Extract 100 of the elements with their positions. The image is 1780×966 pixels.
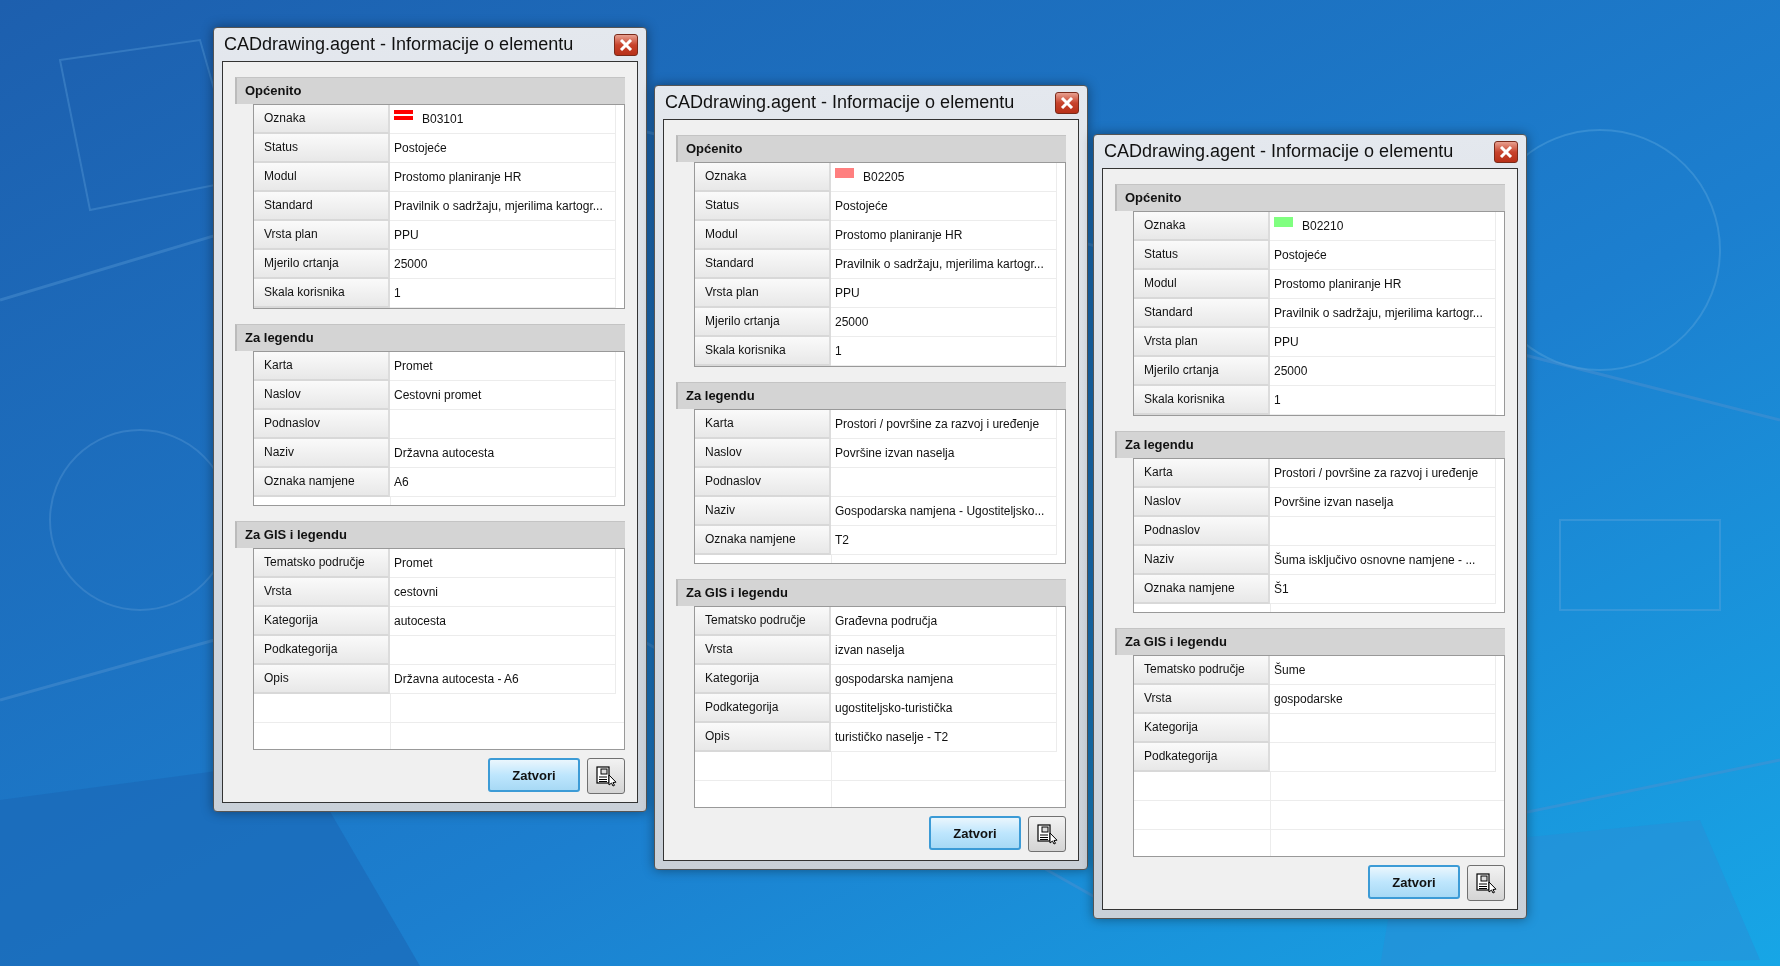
export-button[interactable] [1467,865,1505,901]
close-button[interactable] [1494,140,1518,163]
section-header: Općenito [676,135,1066,162]
property-label: Podkategorija [1134,743,1270,772]
property-value: Prostori / površine za razvoj i uređenje [1274,466,1479,480]
property-value: gospodarske [1274,692,1343,706]
close-icon [1060,96,1074,109]
property-label: Modul [254,163,390,192]
window-title: CADdrawing.agent - Informacije o elementu [223,34,574,55]
close-button[interactable] [614,33,638,56]
property-value: Državna autocesta - A6 [394,672,519,686]
property-label: Tematsko područje [695,607,831,636]
close-button[interactable]: Zatvori [488,758,580,792]
property-label: Vrsta plan [695,279,831,308]
property-label: Karta [254,352,390,381]
property-value: Šume [1274,663,1306,677]
property-value: PPU [394,228,419,242]
property-label: Skala korisnika [254,279,390,308]
property-value: Državna autocesta [394,446,495,460]
property-value: Prostori / površine za razvoj i uređenje [835,417,1040,431]
property-value: Gospodarska namjena - Ugostiteljsko... [835,504,1045,518]
property-value: Građevna područja [835,614,938,628]
window-title: CADdrawing.agent - Informacije o elementu [1103,141,1454,162]
property-label: Vrsta plan [254,221,390,250]
close-button[interactable]: Zatvori [1368,865,1460,899]
property-value: Šuma isključivo osnovne namjene - ... [1274,553,1476,567]
property-value: izvan naselja [835,643,905,657]
property-value: 1 [394,286,401,300]
property-label: Oznaka namjene [1134,575,1270,604]
property-label: Vrsta plan [1134,328,1270,357]
property-label: Karta [695,410,831,439]
property-label: Podkategorija [254,636,390,665]
property-value: B02205 [863,170,905,184]
property-label: Mjerilo crtanja [254,250,390,279]
property-value: Prostomo planiranje HR [835,228,963,242]
property-label: Modul [1134,270,1270,299]
property-label: Skala korisnika [695,337,831,366]
close-button[interactable] [1055,91,1079,114]
property-value: gospodarska namjena [835,672,954,686]
property-label: Skala korisnika [1134,386,1270,415]
property-label: Vrsta [1134,685,1270,714]
property-value: 25000 [394,257,428,271]
section-header: Za GIS i legendu [235,521,625,548]
property-value: A6 [394,475,409,489]
property-label: Tematsko područje [1134,656,1270,685]
property-label: Mjerilo crtanja [695,308,831,337]
property-value: Š1 [1274,582,1289,596]
property-label: Podkategorija [695,694,831,723]
property-value: Prostomo planiranje HR [1274,277,1402,291]
export-button[interactable] [1028,816,1066,852]
property-label: Status [254,134,390,163]
property-value: 1 [835,344,842,358]
section-header: Za GIS i legendu [676,579,1066,606]
property-value: Promet [394,359,433,373]
property-label: Oznaka [1134,212,1270,241]
document-cursor-icon [1036,823,1058,845]
property-label: Status [695,192,831,221]
property-value: T2 [835,533,849,547]
property-label: Kategorija [695,665,831,694]
property-label: Naziv [1134,546,1270,575]
property-value: Promet [394,556,433,570]
property-label: Naziv [254,439,390,468]
section-header: Za GIS i legendu [1115,628,1505,655]
close-button[interactable]: Zatvori [929,816,1021,850]
property-label: Standard [695,250,831,279]
property-label: Vrsta [254,578,390,607]
property-value: B02210 [1302,219,1344,233]
property-label: Oznaka [254,105,390,134]
property-value: autocesta [394,614,447,628]
property-label: Kategorija [254,607,390,636]
export-button[interactable] [587,758,625,794]
property-value: Cestovni promet [394,388,482,402]
property-label: Podnaslov [695,468,831,497]
property-value: B03101 [422,112,464,126]
property-label: Oznaka namjene [254,468,390,497]
window-title: CADdrawing.agent - Informacije o elementu [664,92,1015,113]
document-cursor-icon [595,765,617,787]
property-label: Oznaka namjene [695,526,831,555]
property-label: Opis [695,723,831,752]
property-label: Modul [695,221,831,250]
property-label: Status [1134,241,1270,270]
property-value: Prostomo planiranje HR [394,170,522,184]
property-value: 25000 [835,315,869,329]
property-value: PPU [835,286,860,300]
property-value: Postojeće [394,141,447,155]
close-icon [1499,145,1513,158]
property-label: Mjerilo crtanja [1134,357,1270,386]
property-value: turističko naselje - T2 [835,730,949,744]
property-label: Naslov [1134,488,1270,517]
property-value: Površine izvan naselja [1274,495,1394,509]
close-icon [619,38,633,51]
property-label: Standard [254,192,390,221]
property-value: Pravilnik o sadržaju, mjerilima kartogr... [835,257,1044,271]
property-value: Pravilnik o sadržaju, mjerilima kartogr... [1274,306,1483,320]
property-label: Standard [1134,299,1270,328]
property-label: Tematsko područje [254,549,390,578]
property-value: 1 [1274,393,1281,407]
section-header: Za legendu [235,324,625,351]
section-header: Općenito [1115,184,1505,211]
property-label: Opis [254,665,390,694]
